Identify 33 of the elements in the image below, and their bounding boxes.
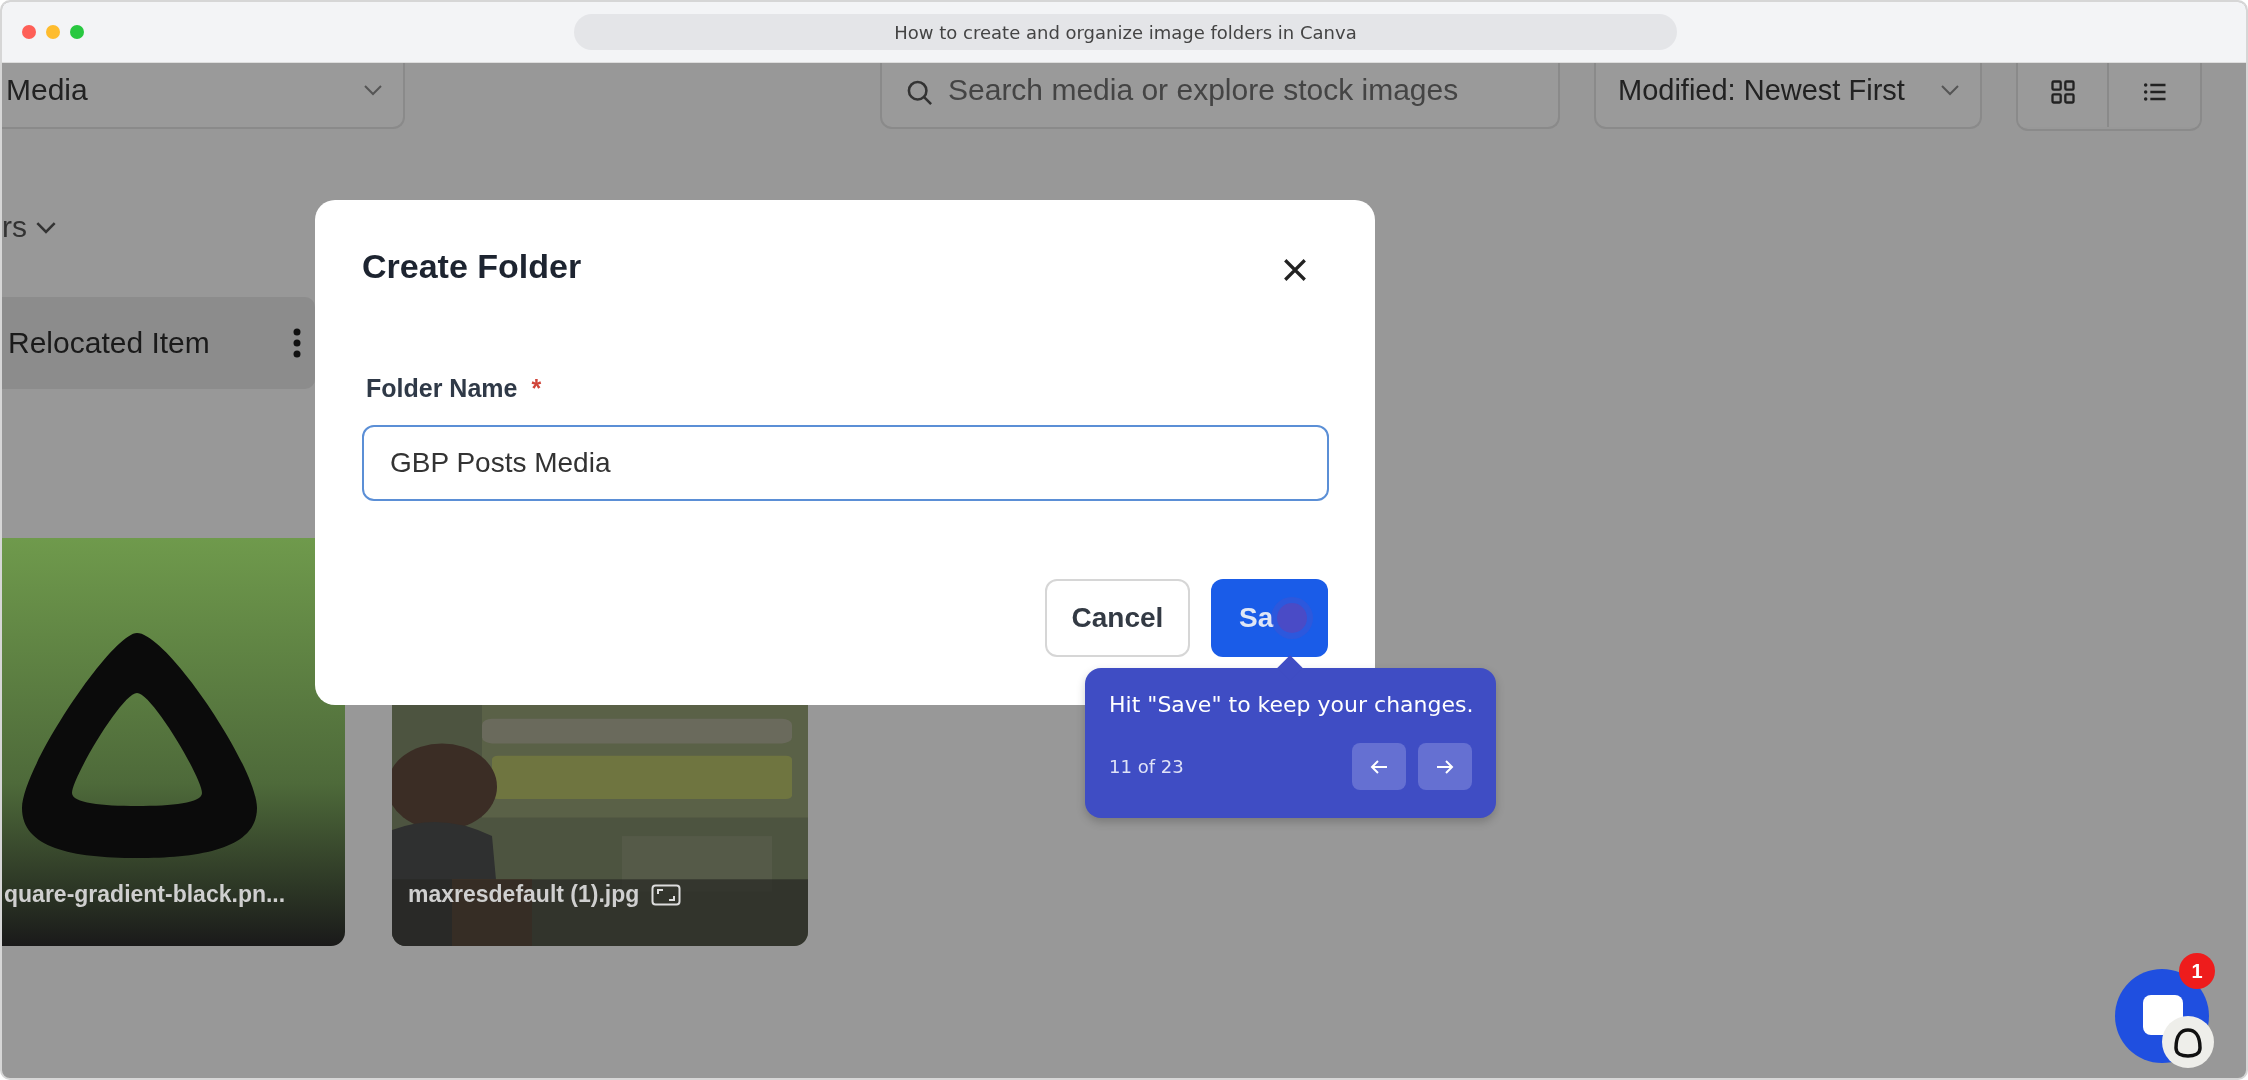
required-mark: *	[531, 374, 542, 403]
chevron-down-icon	[363, 84, 383, 96]
file-name: quare-gradient-black.pn...	[4, 881, 286, 908]
folder-name-field[interactable]: GBP Posts Media	[362, 425, 1329, 501]
more-options-icon[interactable]	[293, 328, 301, 358]
tooltip-text: Hit "Save" to keep your changes.	[1109, 692, 1472, 717]
folder-item[interactable]: Relocated Item	[2, 297, 315, 389]
file-card[interactable]: quare-gradient-black.pn...	[2, 538, 345, 946]
dialog-title: Create Folder	[362, 246, 582, 286]
chat-button[interactable]: 1	[2115, 953, 2219, 1069]
save-button[interactable]: Sa	[1211, 579, 1328, 657]
close-icon[interactable]	[1282, 257, 1308, 283]
address-bar[interactable]: How to create and organize image folders in Canva	[574, 14, 1677, 50]
search-icon	[906, 79, 934, 107]
next-button[interactable]	[1418, 743, 1472, 790]
sort-dropdown[interactable]: Modified: Newest First	[1594, 63, 1982, 129]
chevron-down-icon	[1940, 84, 1960, 96]
search-field[interactable]: Search media or explore stock images	[880, 63, 1560, 129]
chevron-down-icon	[35, 220, 57, 234]
folder-dropdown[interactable]: Media	[2, 63, 405, 129]
grid-icon	[2048, 77, 2077, 106]
file-card[interactable]: maxresdefault (1).jpg	[392, 538, 808, 946]
filter-dropdown[interactable]: rs	[2, 207, 2246, 247]
file-name: maxresdefault (1).jpg	[408, 881, 640, 908]
grid-view-button[interactable]	[2018, 63, 2109, 127]
step-counter: 11 of 23	[1109, 756, 1184, 777]
previous-button[interactable]	[1352, 743, 1406, 790]
folder-name: Relocated Item	[8, 326, 210, 360]
close-window-icon[interactable]	[22, 25, 36, 39]
cancel-button[interactable]: Cancel	[1045, 579, 1190, 657]
field-label: Folder Name	[366, 374, 518, 403]
notification-badge: 1	[2179, 953, 2215, 989]
click-indicator	[1277, 603, 1307, 633]
